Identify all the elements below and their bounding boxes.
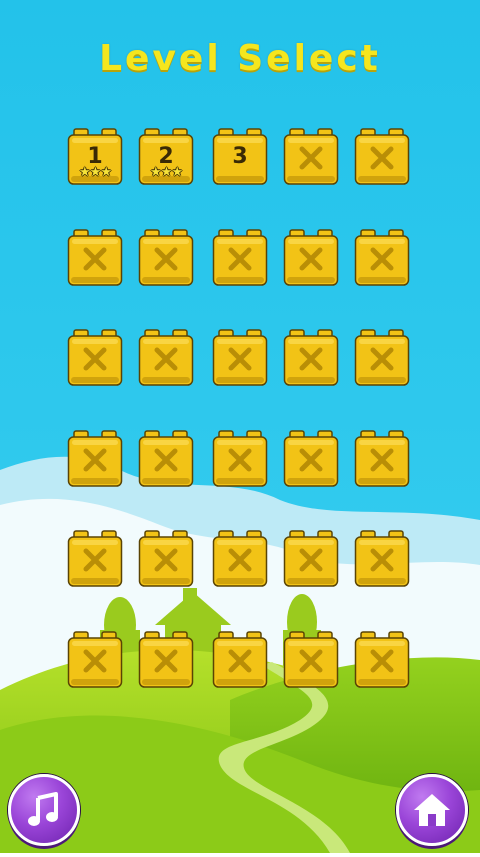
level-locked-button[interactable] [354, 229, 410, 287]
level-locked-button[interactable] [67, 530, 123, 588]
level-locked-button[interactable] [354, 430, 410, 488]
level-locked-button[interactable] [212, 229, 268, 287]
level-locked-button[interactable] [283, 430, 339, 488]
level-stars: ★★★ [150, 165, 183, 180]
level-button[interactable]: 3 [212, 128, 268, 186]
level-grid: 1 ★★★ 2 ★★★ 3 [0, 0, 480, 853]
level-locked-button[interactable] [67, 631, 123, 689]
level-locked-button[interactable] [212, 530, 268, 588]
level-locked-button[interactable] [67, 430, 123, 488]
level-locked-button[interactable] [212, 631, 268, 689]
level-locked-button[interactable] [212, 329, 268, 387]
level-button[interactable]: 1 ★★★ [67, 128, 123, 186]
level-locked-button[interactable] [138, 229, 194, 287]
level-locked-button[interactable] [138, 530, 194, 588]
level-locked-button[interactable] [354, 128, 410, 186]
level-button[interactable]: 2 ★★★ [138, 128, 194, 186]
level-locked-button[interactable] [67, 229, 123, 287]
level-locked-button[interactable] [283, 329, 339, 387]
level-locked-button[interactable] [354, 631, 410, 689]
level-locked-button[interactable] [354, 530, 410, 588]
level-locked-button[interactable] [283, 631, 339, 689]
level-locked-button[interactable] [212, 430, 268, 488]
level-locked-button[interactable] [283, 530, 339, 588]
home-icon [414, 794, 450, 826]
level-locked-button[interactable] [283, 128, 339, 186]
level-locked-button[interactable] [138, 430, 194, 488]
level-number: 3 [232, 144, 248, 169]
level-locked-button[interactable] [138, 631, 194, 689]
music-note-icon [28, 792, 58, 826]
level-locked-button[interactable] [67, 329, 123, 387]
level-locked-button[interactable] [354, 329, 410, 387]
level-locked-button[interactable] [283, 229, 339, 287]
music-button[interactable] [8, 774, 80, 846]
level-locked-button[interactable] [138, 329, 194, 387]
home-button[interactable] [396, 774, 468, 846]
level-stars: ★★★ [79, 165, 112, 180]
